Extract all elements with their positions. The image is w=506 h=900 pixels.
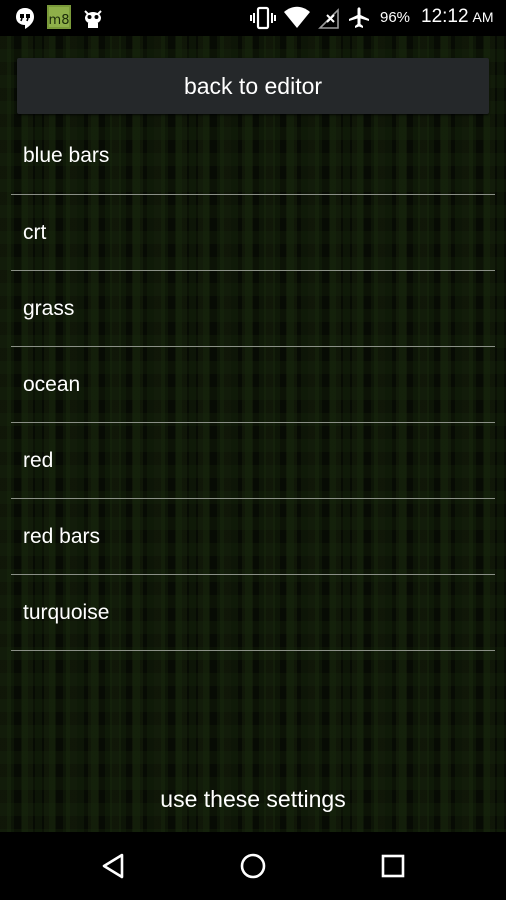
preset-item-grass[interactable]: grass	[11, 271, 495, 347]
clock-time: 12:12	[421, 6, 469, 27]
m8-app-icon: m8	[47, 5, 71, 34]
status-clock: 12:12 AM	[421, 6, 494, 28]
recents-icon[interactable]	[373, 846, 413, 886]
preset-item-turquoise[interactable]: turquoise	[11, 575, 495, 651]
preset-item-red-bars[interactable]: red bars	[11, 499, 495, 575]
preset-item-blue-bars[interactable]: blue bars	[11, 118, 495, 195]
no-signal-icon	[318, 6, 340, 35]
airplane-icon	[348, 6, 370, 35]
android-debug-icon	[82, 6, 104, 35]
preset-item-red[interactable]: red	[11, 423, 495, 499]
wifi-icon	[283, 6, 311, 35]
back-to-editor-button[interactable]: back to editor	[17, 58, 489, 114]
app-screen: m8 96% 12:12 AM back to editor blue bars…	[0, 0, 506, 900]
back-icon[interactable]	[93, 846, 133, 886]
navigation-bar	[0, 832, 506, 900]
preset-item-ocean[interactable]: ocean	[11, 347, 495, 423]
clock-ampm: AM	[472, 9, 494, 25]
use-these-settings-button[interactable]: use these settings	[0, 774, 506, 824]
preset-list: blue bars crt grass ocean red red bars t…	[11, 118, 495, 651]
battery-percent: 96%	[380, 9, 411, 26]
vibrate-icon	[250, 6, 276, 35]
content-area: back to editor blue bars crt grass ocean…	[0, 36, 506, 832]
home-icon[interactable]	[233, 846, 273, 886]
status-bar: m8 96% 12:12 AM	[0, 0, 506, 36]
preset-item-crt[interactable]: crt	[11, 195, 495, 271]
hangouts-icon	[14, 6, 36, 35]
m8-label: m8	[49, 13, 70, 28]
